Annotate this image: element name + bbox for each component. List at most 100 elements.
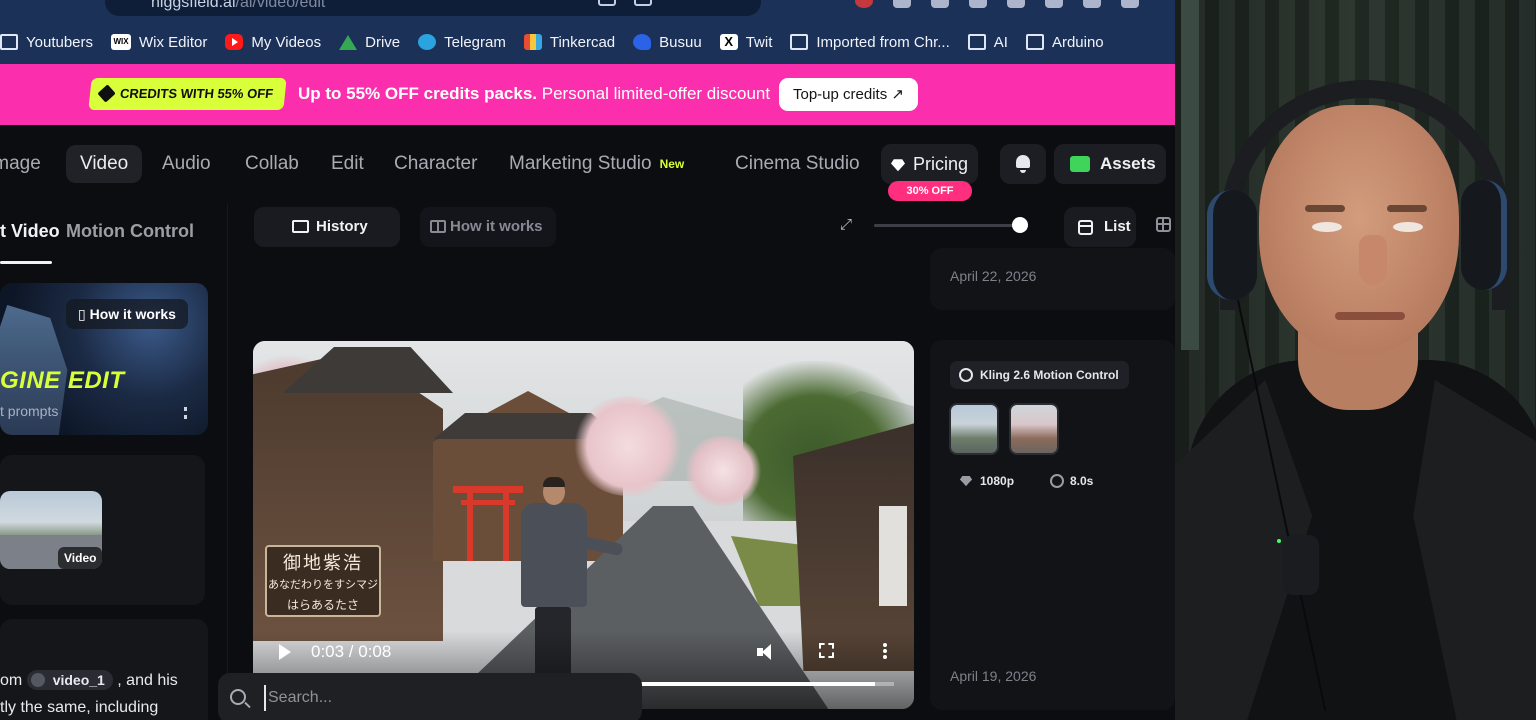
telegram-icon — [418, 34, 437, 50]
history-button[interactable]: History — [254, 207, 400, 247]
video-label: Video — [58, 547, 102, 569]
extension-icon[interactable] — [855, 0, 873, 8]
tab-edit-video[interactable]: t Video — [0, 221, 60, 242]
video-reference-chip[interactable]: video_1 — [26, 670, 113, 690]
history-date: April 22, 2026 — [950, 268, 1037, 284]
input-thumbnail[interactable] — [1009, 403, 1059, 455]
folder-icon — [790, 34, 809, 50]
history-item[interactable] — [930, 340, 1175, 710]
extension-icon[interactable] — [1007, 0, 1025, 8]
volume-icon[interactable] — [757, 643, 777, 661]
more-icon[interactable] — [184, 407, 188, 419]
new-badge: New — [659, 157, 685, 171]
video-upload-card[interactable]: Video — [0, 455, 205, 605]
bookmark-busuu[interactable]: Busuu — [633, 34, 702, 51]
folder-icon — [967, 34, 986, 50]
prompt-text[interactable]: om video_1 , and his tly the same, inclu… — [0, 667, 200, 720]
nav-video[interactable]: Video — [66, 145, 143, 183]
folder-icon — [292, 220, 309, 233]
bookmark-wix-editor[interactable]: WIX Wix Editor — [111, 34, 207, 51]
wooden-sign: 御地紫浩 あなだわりをすシマジ はらあるたさ — [265, 545, 381, 617]
prompt-box[interactable]: om video_1 , and his tly the same, inclu… — [0, 619, 208, 720]
play-icon[interactable] — [279, 644, 291, 660]
tab-motion-control[interactable]: Motion Control — [66, 221, 194, 242]
model-badge: Kling 2.6 Motion Control — [950, 361, 1129, 389]
resolution-label: 1080p — [960, 474, 1014, 488]
book-icon: ▯ — [78, 306, 90, 322]
input-thumbnail[interactable] — [949, 403, 999, 455]
promo-badge: CREDITS WITH 55% OFF — [88, 78, 287, 110]
webcam-overlay — [1175, 0, 1536, 720]
drive-icon — [339, 34, 358, 50]
extension-icon[interactable] — [893, 0, 911, 8]
search-input[interactable] — [264, 685, 624, 711]
nav-cinema-studio[interactable]: Cinema Studio — [735, 145, 860, 183]
feature-title: GINE EDIT — [0, 367, 125, 394]
how-it-works-button[interactable]: How it works — [420, 207, 556, 247]
bookmarks-bar: Youtubers WIX Wix Editor My Videos Drive … — [0, 20, 1175, 64]
clock-icon — [1050, 474, 1064, 488]
duration-label: 8.0s — [1050, 474, 1093, 488]
youtube-icon — [225, 34, 244, 50]
extension-icon[interactable] — [931, 0, 949, 8]
torii-gate — [453, 486, 523, 561]
grid-view-icon[interactable] — [1156, 217, 1171, 232]
diamond-icon — [960, 476, 972, 486]
install-app-icon[interactable] — [598, 0, 616, 6]
zoom-slider[interactable] — [874, 224, 1024, 227]
nav-collab[interactable]: Collab — [245, 145, 299, 183]
book-icon — [430, 220, 446, 233]
active-tab-indicator — [0, 261, 52, 264]
history-date: April 19, 2026 — [950, 668, 1037, 684]
promo-text: Up to 55% OFF credits packs. Personal li… — [298, 84, 771, 103]
bookmark-youtubers[interactable]: Youtubers — [0, 34, 93, 51]
diamond-icon — [891, 159, 905, 172]
how-it-works-button[interactable]: ▯ How it works — [66, 299, 188, 329]
list-icon — [1078, 220, 1093, 235]
bookmark-ai[interactable]: AI — [967, 34, 1008, 51]
bookmark-arduino[interactable]: Arduino — [1025, 34, 1104, 51]
bookmark-imported[interactable]: Imported from Chr... — [790, 34, 950, 51]
top-up-credits-button[interactable]: Top-up credits ↗ — [779, 78, 918, 111]
bookmark-telegram[interactable]: Telegram — [418, 34, 506, 51]
busuu-icon — [633, 34, 652, 50]
pricing-button[interactable]: Pricing — [881, 144, 979, 184]
address-bar[interactable]: higgsfield.ai/ai/video/edit — [105, 0, 761, 16]
video-thumbnail[interactable]: Video — [0, 491, 102, 569]
bookmark-tinkercad[interactable]: Tinkercad — [523, 34, 615, 51]
extension-icon[interactable] — [1045, 0, 1063, 8]
model-icon — [959, 368, 973, 382]
video-player[interactable]: 御地紫浩 あなだわりをすシマジ はらあるたさ 0:03 / 0:08 — [253, 341, 914, 709]
extension-icon[interactable] — [1121, 0, 1139, 8]
discount-badge: 30% OFF — [888, 181, 972, 201]
bell-icon[interactable] — [1000, 144, 1046, 184]
expand-icon[interactable]: ⤢ — [840, 217, 854, 232]
extension-icon[interactable] — [969, 0, 987, 8]
left-panel: t Video Motion Control ▯ How it works GI… — [0, 203, 230, 720]
nav-audio[interactable]: Audio — [162, 145, 211, 183]
nav-marketing-studio[interactable]: Marketing Studio New — [509, 145, 684, 183]
promo-banner: CREDITS WITH 55% OFF Up to 55% OFF credi… — [0, 64, 1175, 125]
feature-subtitle: t prompts — [0, 403, 59, 419]
folder-icon — [1070, 156, 1090, 172]
assets-button[interactable]: Assets — [1054, 144, 1166, 184]
wix-icon: WIX — [111, 34, 132, 50]
bookmark-my-videos[interactable]: My Videos — [225, 34, 321, 51]
bookmark-twit[interactable]: X Twit — [719, 34, 772, 51]
extension-icon[interactable] — [1083, 0, 1101, 8]
zoom-slider-fill — [874, 224, 1020, 227]
x-icon: X — [719, 34, 738, 50]
more-options-icon[interactable] — [883, 643, 887, 659]
fullscreen-icon[interactable] — [819, 643, 834, 658]
share-icon[interactable] — [634, 0, 652, 6]
main-nav: Image Video Audio Collab Edit Character … — [0, 125, 1175, 203]
zoom-slider-handle[interactable] — [1011, 217, 1028, 233]
folder-icon — [1025, 34, 1044, 50]
bookmark-drive[interactable]: Drive — [339, 34, 400, 51]
feature-card[interactable]: ▯ How it works GINE EDIT t prompts — [0, 283, 208, 435]
playback-time: 0:03 / 0:08 — [311, 642, 392, 661]
list-view-button[interactable]: List — [1064, 207, 1136, 247]
nav-image[interactable]: Image — [0, 145, 41, 183]
nav-character[interactable]: Character — [394, 145, 477, 183]
nav-edit[interactable]: Edit — [331, 145, 364, 183]
